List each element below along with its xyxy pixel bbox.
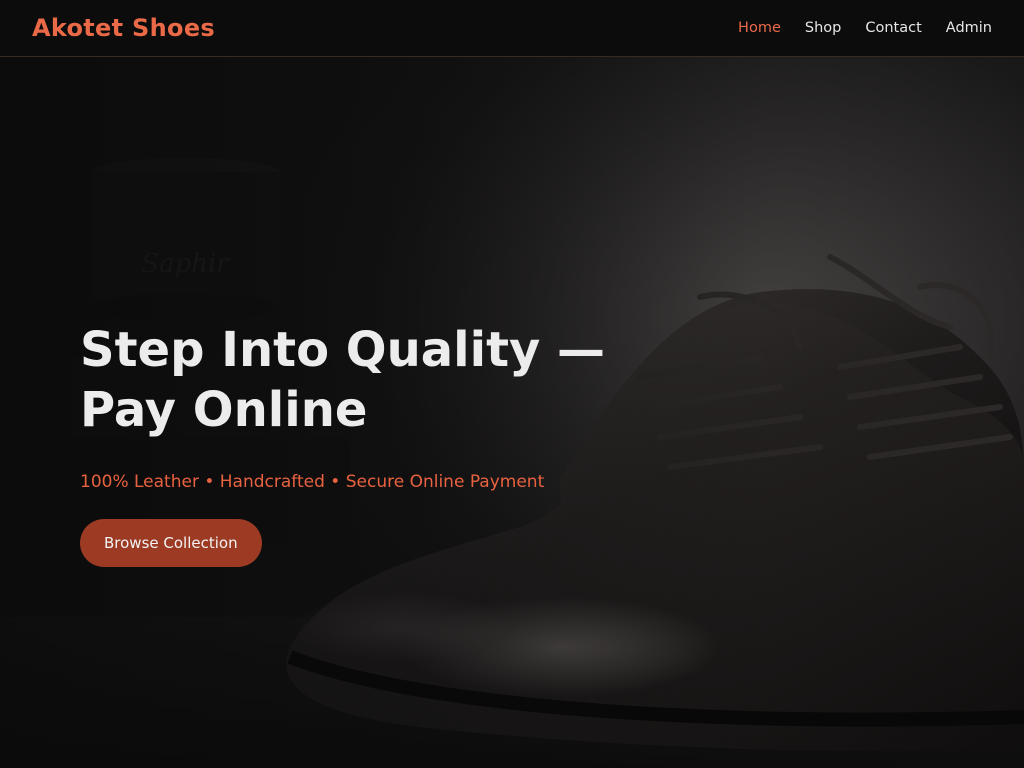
nav-links: Home Shop Contact Admin [714, 20, 992, 36]
hero-subtitle: 100% Leather • Handcrafted • Secure Onli… [80, 472, 545, 492]
top-navbar: Akotet Shoes Home Shop Contact Admin [0, 0, 1024, 57]
brand-logo-text[interactable]: Akotet Shoes [32, 14, 215, 42]
hero-title-line1: Step Into Quality — [80, 322, 606, 378]
hero-title-line2: Pay Online [80, 382, 368, 438]
hero-section: Saphir Step Into Qual [0, 57, 1024, 768]
nav-link-contact[interactable]: Contact [865, 20, 921, 36]
hero-content: Step Into Quality — Pay Online 100% Leat… [80, 320, 680, 567]
nav-link-home[interactable]: Home [738, 20, 781, 36]
browse-collection-button[interactable]: Browse Collection [80, 519, 262, 567]
nav-link-shop[interactable]: Shop [805, 20, 841, 36]
hero-title: Step Into Quality — Pay Online [80, 320, 680, 440]
nav-link-admin[interactable]: Admin [946, 20, 992, 36]
